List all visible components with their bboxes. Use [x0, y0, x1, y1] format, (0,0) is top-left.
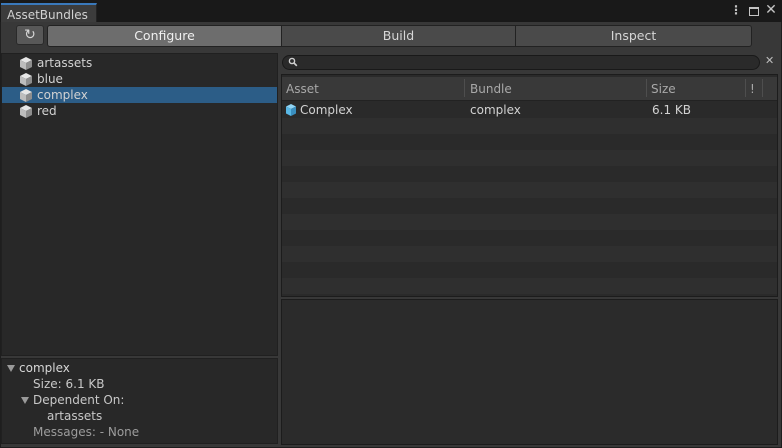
search-icon	[288, 57, 298, 67]
bundle-item-label: artassets	[37, 56, 93, 70]
tab-build[interactable]: Build	[281, 25, 516, 47]
foldout-arrow-icon[interactable]	[7, 365, 15, 372]
foldout-arrow-icon[interactable]	[21, 397, 29, 404]
bundle-item-label: complex	[37, 88, 88, 102]
cell-size: 6.1 KB	[652, 103, 691, 117]
maximize-icon[interactable]	[749, 7, 759, 16]
table-row[interactable]: Complex complex 6.1 KB	[282, 102, 777, 118]
bundle-tree[interactable]: artassets blue complex red	[1, 53, 278, 356]
asset-details-panel	[281, 299, 778, 445]
clear-search-icon[interactable]: ✕	[765, 54, 775, 68]
search-input[interactable]	[282, 55, 760, 70]
cell-bundle: complex	[470, 103, 521, 117]
tab-configure[interactable]: Configure	[47, 25, 282, 47]
column-header-size[interactable]: Size	[651, 82, 676, 96]
column-divider[interactable]	[464, 79, 465, 97]
empty-row	[282, 150, 777, 166]
cube-icon	[20, 89, 32, 102]
bundle-details-panel: complex Size: 6.1 KB Dependent On: artas…	[1, 358, 278, 444]
empty-row	[282, 182, 777, 198]
column-header-asset[interactable]: Asset	[286, 82, 319, 96]
bundle-item-red[interactable]: red	[2, 103, 277, 119]
tab-inspect[interactable]: Inspect	[515, 25, 752, 47]
cube-icon	[20, 73, 32, 86]
close-window-icon[interactable]: ✕	[764, 2, 778, 18]
empty-row	[282, 246, 777, 262]
asset-list-header: Asset Bundle Size !	[282, 77, 777, 101]
bundle-item-blue[interactable]: blue	[2, 71, 277, 87]
kebab-menu-icon[interactable]: ⋮	[730, 3, 742, 19]
cube-icon	[20, 57, 32, 70]
empty-row	[282, 118, 777, 134]
column-header-messages[interactable]: !	[750, 82, 755, 96]
refresh-button[interactable]: ↻	[16, 25, 44, 45]
column-divider[interactable]	[762, 79, 763, 97]
prefab-cube-icon	[286, 104, 296, 116]
empty-row	[282, 278, 777, 294]
column-divider[interactable]	[646, 79, 647, 97]
details-dependent-label: Dependent On:	[33, 393, 125, 407]
column-divider[interactable]	[745, 79, 746, 97]
bundle-item-label: red	[37, 104, 57, 118]
window-tab[interactable]: AssetBundles	[1, 3, 97, 22]
refresh-icon: ↻	[24, 27, 36, 43]
bundle-item-label: blue	[37, 72, 63, 86]
empty-row	[282, 214, 777, 230]
window-titlebar	[0, 0, 782, 22]
cube-icon	[20, 105, 32, 118]
cell-asset: Complex	[300, 103, 353, 117]
column-header-bundle[interactable]: Bundle	[470, 82, 512, 96]
details-size: Size: 6.1 KB	[33, 377, 105, 391]
details-messages: Messages: - None	[33, 425, 140, 439]
details-dependent-item: artassets	[47, 409, 103, 423]
window-tab-label: AssetBundles	[7, 8, 88, 22]
details-bundle-name: complex	[19, 361, 70, 375]
bundle-item-artassets[interactable]: artassets	[2, 55, 277, 71]
bundle-item-complex[interactable]: complex	[2, 87, 277, 103]
